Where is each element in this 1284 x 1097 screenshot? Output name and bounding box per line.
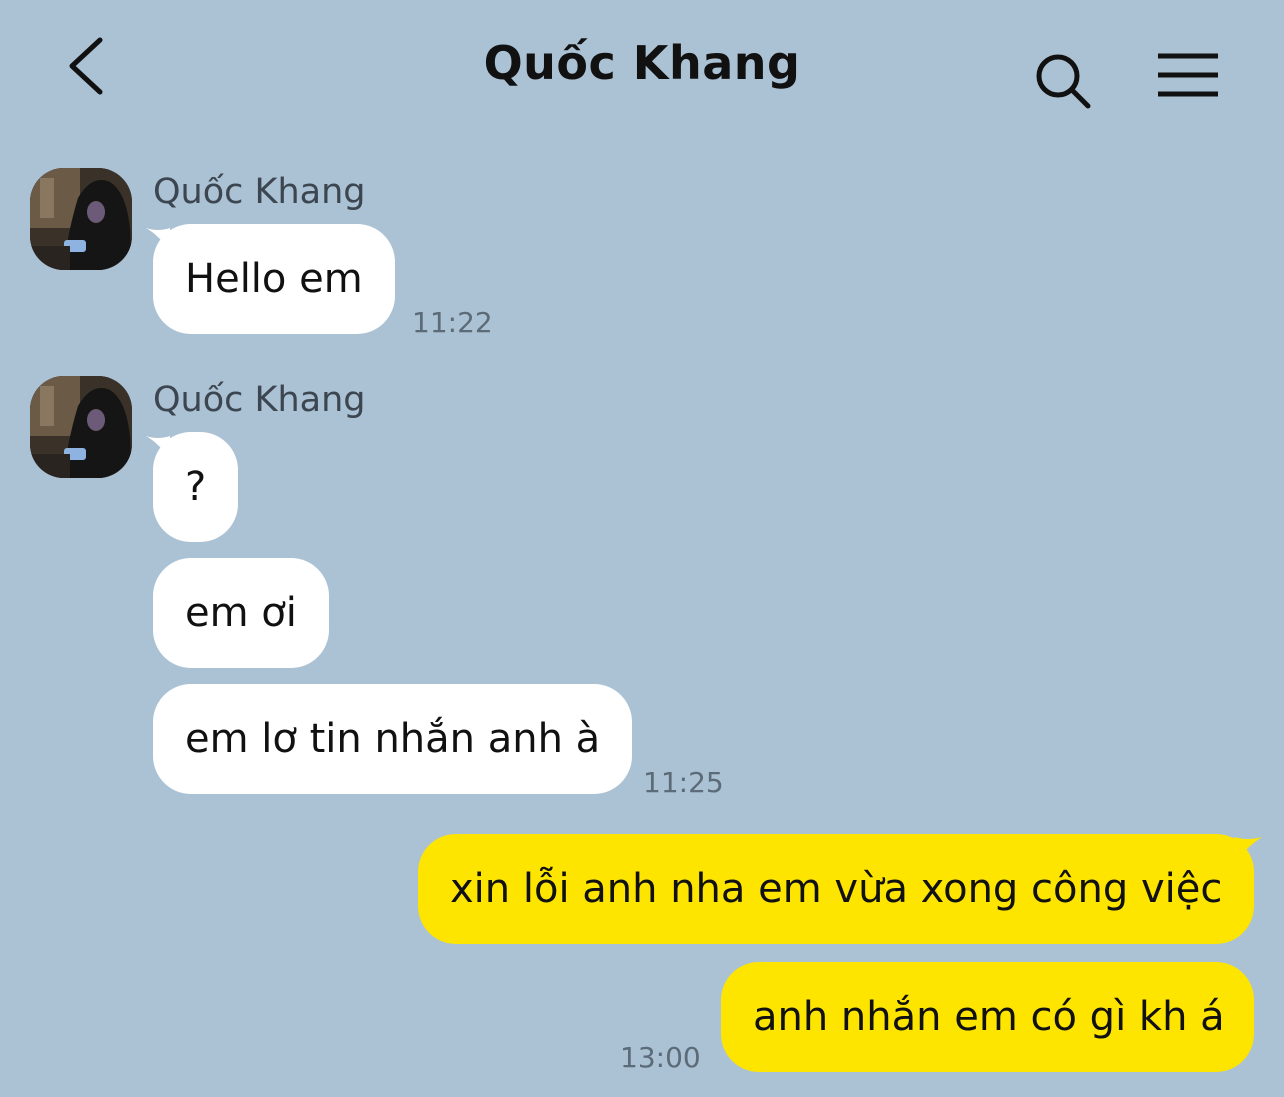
message-bubble[interactable]: anh nhắn em có gì kh á [721, 962, 1254, 1072]
message-bubble[interactable]: xin lỗi anh nha em vừa xong công việc [418, 834, 1254, 944]
message-bubble[interactable]: em lơ tin nhắn anh à [153, 684, 633, 794]
avatar[interactable] [30, 168, 132, 270]
avatar[interactable] [30, 376, 132, 478]
chat-header: Quốc Khang [0, 0, 1284, 140]
search-button[interactable] [1032, 50, 1094, 112]
message-bubble[interactable]: Hello em [153, 224, 395, 334]
sender-name: Quốc Khang [153, 172, 366, 212]
avatar-image [30, 376, 132, 478]
message-bubble[interactable]: em ơi [153, 558, 329, 668]
hamburger-menu-icon [1158, 53, 1218, 97]
message-time: 13:00 [620, 1041, 701, 1074]
avatar-image [30, 168, 132, 270]
sender-name: Quốc Khang [153, 380, 366, 420]
search-icon [1036, 54, 1091, 109]
message-time: 11:25 [643, 766, 724, 799]
menu-button[interactable] [1154, 52, 1222, 102]
message-time: 11:22 [412, 306, 493, 339]
message-bubble[interactable]: ? [153, 432, 239, 542]
